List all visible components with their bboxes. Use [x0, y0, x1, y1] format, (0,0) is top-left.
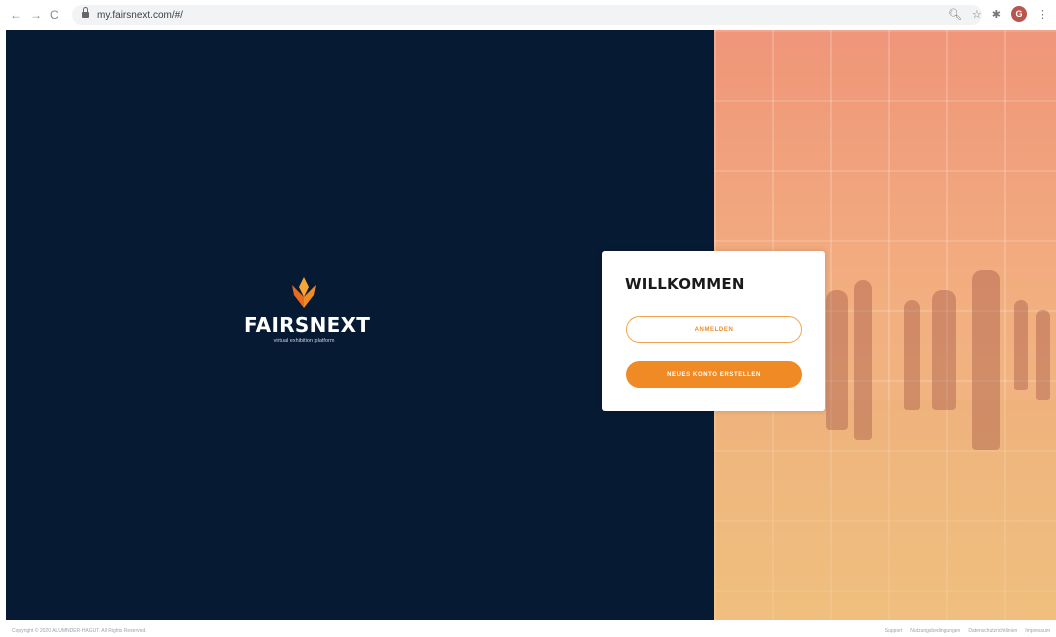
star-icon[interactable]: ☆ — [972, 8, 982, 21]
page-content: FAIRSNEXT virtual exhibition platform WI… — [6, 30, 1056, 620]
hero-person — [932, 290, 956, 410]
zoom-icon[interactable]: 🔍︎ — [948, 8, 962, 21]
footer-link-imprint[interactable]: Impressum — [1025, 628, 1050, 634]
hero-floor — [714, 400, 1056, 620]
lock-icon — [82, 7, 89, 19]
footer-link-terms[interactable]: Nutzungsbedingungen — [910, 628, 960, 634]
welcome-card: WILLKOMMEN ANMELDEN NEUES KONTO ERSTELLE… — [602, 251, 825, 411]
forward-arrow-icon[interactable]: → — [30, 8, 42, 22]
brand-name: FAIRSNEXT — [244, 313, 371, 337]
welcome-title: WILLKOMMEN — [625, 275, 745, 293]
hero-person — [972, 270, 1000, 450]
hero-person — [1036, 310, 1050, 400]
fairsnext-logo: FAIRSNEXT virtual exhibition platform — [244, 275, 371, 344]
footer-link-support[interactable]: Support — [885, 628, 903, 634]
page-footer: Copyright © 2020 ALUMNDER-HAGUT. All Rig… — [0, 620, 1056, 637]
login-button[interactable]: ANMELDEN — [626, 316, 802, 343]
hero-person — [826, 290, 848, 430]
logo-mark-icon — [289, 275, 319, 309]
extension-icon[interactable]: ✱ — [992, 8, 1001, 21]
copyright-text: Copyright © 2020 ALUMNDER-HAGUT. All Rig… — [12, 628, 147, 634]
hero-person — [904, 300, 920, 410]
url-text[interactable]: my.fairsnext.com/#/ — [97, 10, 183, 21]
hero-person — [854, 280, 872, 440]
back-arrow-icon[interactable]: ← — [10, 8, 22, 22]
browser-actions: 🔍︎ ☆ ✱ G ⋮ — [948, 6, 1048, 22]
create-account-button[interactable]: NEUES KONTO ERSTELLEN — [626, 361, 802, 388]
footer-links: Support Nutzungsbedingungen Datenschutzr… — [885, 628, 1050, 634]
footer-link-privacy[interactable]: Datenschutzrichtlinien — [968, 628, 1017, 634]
menu-icon[interactable]: ⋮ — [1037, 8, 1048, 21]
address-bar[interactable]: my.fairsnext.com/#/ — [72, 5, 982, 25]
hero-person — [1014, 300, 1028, 390]
profile-avatar[interactable]: G — [1011, 6, 1027, 22]
browser-toolbar: ← → C my.fairsnext.com/#/ 🔍︎ ☆ ✱ G ⋮ — [0, 0, 1056, 30]
reload-icon[interactable]: C — [50, 8, 59, 22]
brand-tagline: virtual exhibition platform — [273, 338, 335, 344]
